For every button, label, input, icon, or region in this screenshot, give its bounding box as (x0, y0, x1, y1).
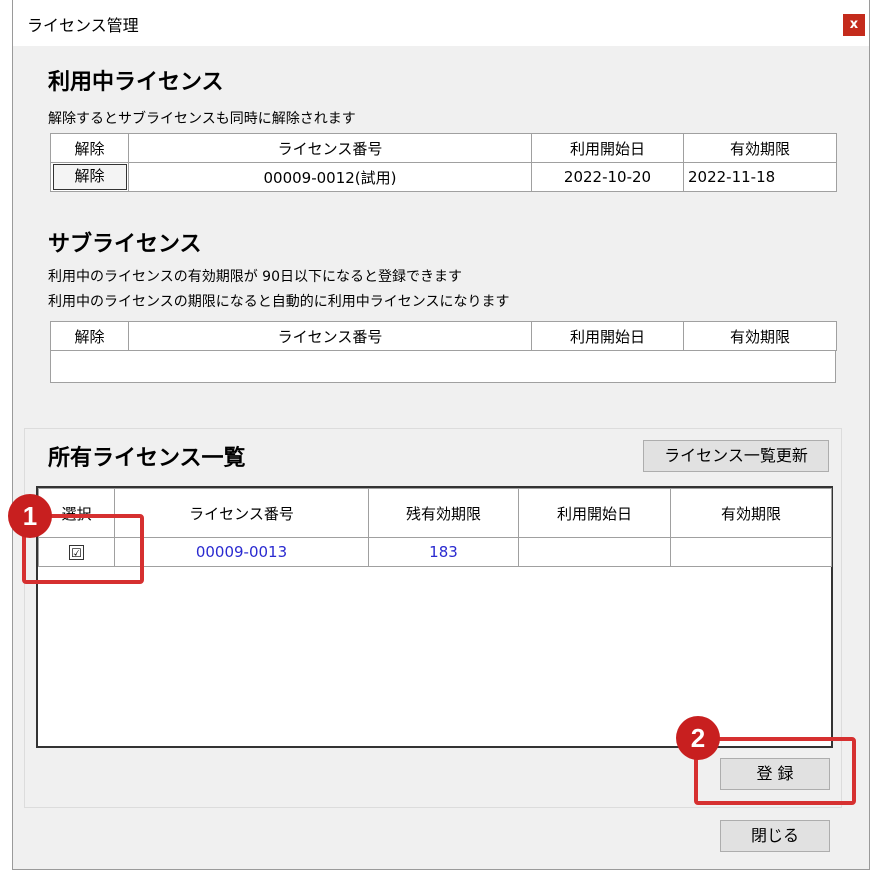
col-header-start-date: 利用開始日 (531, 133, 684, 163)
col-header-start-date: 利用開始日 (518, 488, 671, 538)
license-number-cell: 00009-0012(試用) (128, 162, 532, 192)
col-header-start-date: 利用開始日 (531, 321, 684, 351)
col-header-license-number: ライセンス番号 (114, 488, 369, 538)
window-title: ライセンス管理 (27, 16, 139, 35)
start-date-cell: 2022-10-20 (531, 162, 684, 192)
refresh-license-list-button[interactable]: ライセンス一覧更新 (643, 440, 829, 472)
sub-license-title: サブライセンス (48, 232, 202, 257)
close-window-button[interactable]: x (843, 14, 865, 36)
owned-license-table: 選択 ライセンス番号 残有効期限 利用開始日 有効期限 ☑ 00009-0013… (38, 488, 832, 567)
active-license-desc: 解除するとサブライセンスも同時に解除されます (48, 111, 356, 127)
highlight-register-button (694, 737, 856, 805)
col-header-license-number: ライセンス番号 (128, 321, 532, 351)
expiry-cell: 2022-11-18 (683, 162, 837, 192)
step-1-badge: 1 (8, 494, 52, 538)
table-row[interactable]: ☑ 00009-0013 183 (38, 537, 832, 567)
col-header-remaining: 残有効期限 (368, 488, 519, 538)
release-button[interactable]: 解除 (52, 164, 127, 190)
table-header-row: 解除 ライセンス番号 利用開始日 有効期限 (50, 133, 837, 163)
active-license-table: 解除 ライセンス番号 利用開始日 有効期限 解除 00009-0012(試用) … (50, 133, 837, 192)
col-header-expiry: 有効期限 (670, 488, 832, 538)
step-2-badge: 2 (676, 716, 720, 760)
owned-license-title: 所有ライセンス一覧 (48, 446, 246, 471)
col-header-release: 解除 (50, 133, 129, 163)
sub-license-table: 解除 ライセンス番号 利用開始日 有効期限 (50, 321, 837, 351)
col-header-expiry: 有効期限 (683, 321, 837, 351)
sub-license-desc-2: 利用中のライセンスの期限になると自動的に利用中ライセンスになります (48, 294, 510, 310)
active-license-title: 利用中ライセンス (48, 70, 224, 95)
col-header-release: 解除 (50, 321, 129, 351)
remaining-cell: 183 (368, 537, 519, 567)
expiry-cell (670, 537, 832, 567)
sub-license-desc-1: 利用中のライセンスの有効期限が 90日以下になると登録できます (48, 269, 462, 285)
close-dialog-button[interactable]: 閉じる (720, 820, 830, 852)
col-header-expiry: 有効期限 (683, 133, 837, 163)
start-date-cell (518, 537, 671, 567)
title-bar: ライセンス管理 x (13, 0, 869, 46)
sub-license-empty-area[interactable] (50, 350, 836, 383)
license-number-cell: 00009-0013 (114, 537, 369, 567)
owned-license-list: 選択 ライセンス番号 残有効期限 利用開始日 有効期限 ☑ 00009-0013… (36, 486, 833, 748)
table-header-row: 解除 ライセンス番号 利用開始日 有効期限 (50, 321, 837, 351)
table-row: 解除 00009-0012(試用) 2022-10-20 2022-11-18 (50, 162, 837, 192)
table-header-row: 選択 ライセンス番号 残有効期限 利用開始日 有効期限 (38, 488, 832, 538)
release-cell: 解除 (50, 162, 129, 192)
col-header-license-number: ライセンス番号 (128, 133, 532, 163)
